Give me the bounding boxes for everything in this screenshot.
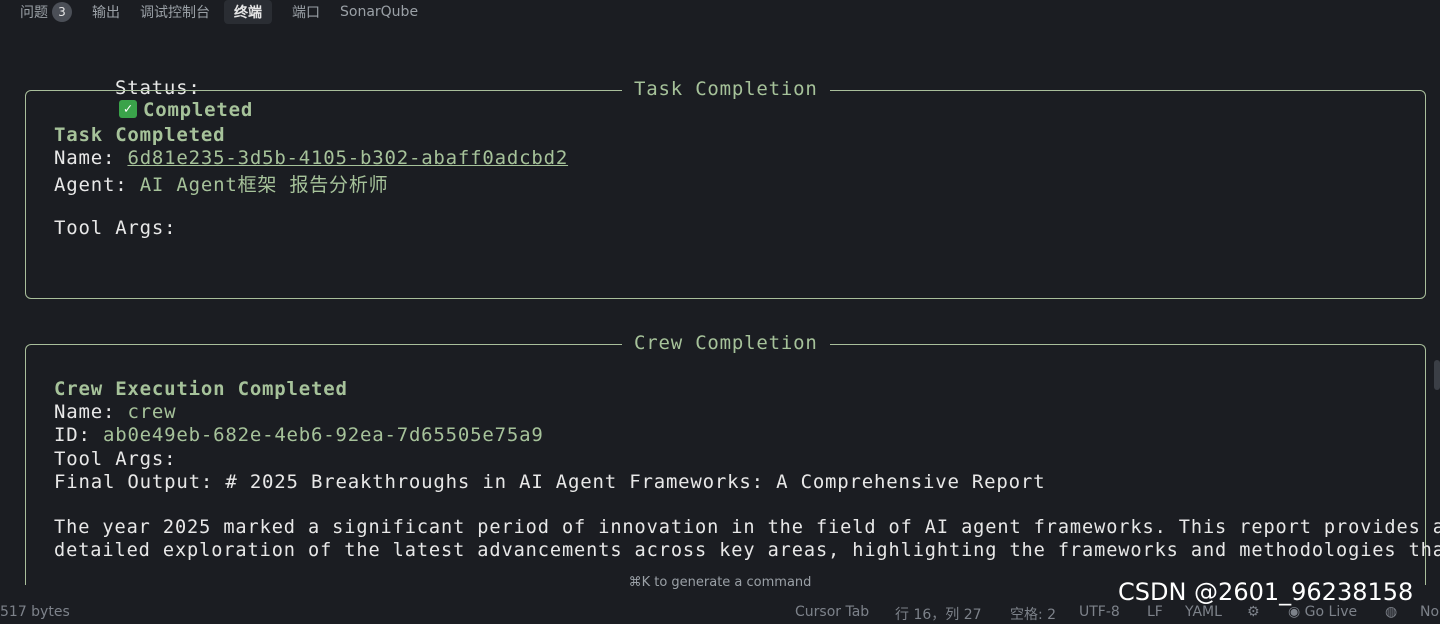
tab-ports[interactable]: 端口 [292,0,320,24]
cursor-position[interactable]: 行 16，列 27 [895,604,982,624]
crew-panel-title: Crew Completion [622,332,830,354]
go-live-button[interactable]: ◉ Go Live [1288,604,1357,620]
panel-tab-bar: 问题 3 输出 调试控制台 终端 端口 SonarQube [0,0,1440,24]
task-agent-value: AI Agent框架 报告分析师 [139,174,389,196]
cursor-tab-item[interactable]: Cursor Tab [795,604,869,620]
crew-name-value: crew [127,401,177,423]
tab-debug-console[interactable]: 调试控制台 [140,0,210,24]
tab-problems[interactable]: 问题 3 [20,0,72,24]
task-heading: Task Completed [54,124,226,146]
task-name-label: Name: [54,147,116,169]
crew-id-value: ab0e49eb-682e-4eb6-92ea-7d65505e75a9 [102,424,544,446]
tab-terminal[interactable]: 终端 [224,0,272,24]
indent-spaces[interactable]: 空格: 2 [1010,604,1056,624]
crew-name-label: Name: [54,401,116,423]
crew-body-line-2: detailed exploration of the latest advan… [54,540,1440,561]
terminal-scrollbar[interactable] [1434,360,1440,390]
task-name-line: Name: 6d81e235-3d5b-4105-b302-abaff0adcb… [54,147,568,169]
crew-name-line: Name: crew [54,401,176,423]
encoding[interactable]: UTF-8 [1079,604,1120,620]
tab-problems-label: 问题 [20,5,48,21]
extension-icon[interactable]: ⚙ [1247,604,1260,620]
task-agent-line: Agent: AI Agent框架 报告分析师 [54,170,388,197]
status-trailing-item[interactable]: No [1420,604,1439,620]
task-panel-title: Task Completion [622,78,830,100]
crew-final-output: Final Output: # 2025 Breakthroughs in AI… [54,471,1046,493]
csdn-watermark: CSDN @2601_96238158 [1118,578,1414,606]
notifications-icon[interactable]: ◍ [1385,604,1397,620]
broadcast-icon: ◉ [1288,604,1301,620]
crew-heading: Crew Execution Completed [54,378,348,400]
crew-body-line-1: The year 2025 marked a significant perio… [54,517,1440,538]
file-size: 517 bytes [0,604,70,620]
crew-tool-args-label: Tool Args: [54,448,177,470]
crew-id-line: ID: ab0e49eb-682e-4eb6-92ea-7d65505e75a9 [54,424,544,446]
tab-output[interactable]: 输出 [92,0,120,24]
language-mode[interactable]: YAML [1185,604,1222,620]
line-ending[interactable]: LF [1147,604,1163,620]
tab-sonarqube[interactable]: SonarQube [340,0,418,24]
go-live-label: Go Live [1304,604,1358,620]
task-agent-label: Agent: [54,174,128,196]
problems-count-badge: 3 [52,2,72,22]
task-tool-args-label: Tool Args: [54,217,177,239]
task-name-link[interactable]: 6d81e235-3d5b-4105-b302-abaff0adcbd2 [127,147,568,169]
terminal-output[interactable]: Status: ✓ Completed Task Completion Task … [0,24,1440,585]
crew-id-label: ID: [54,424,91,446]
